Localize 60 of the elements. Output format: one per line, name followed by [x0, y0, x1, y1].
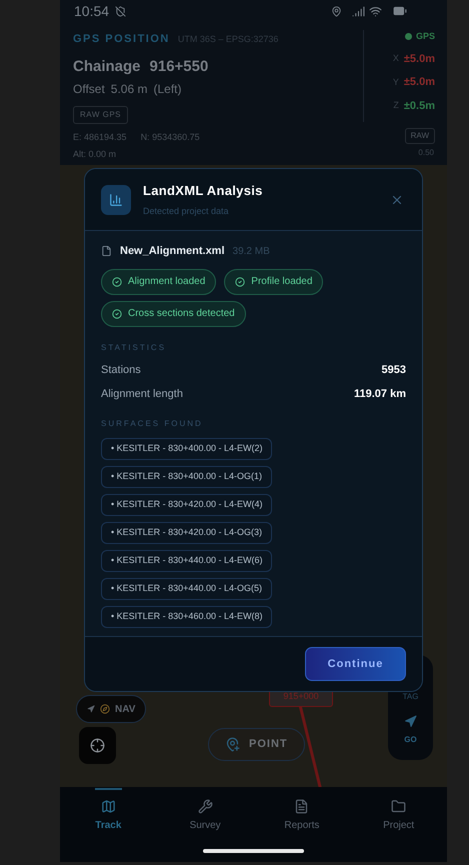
chainage-value: 916+550	[150, 56, 208, 76]
shield-icon	[115, 6, 126, 16]
map-icon	[100, 799, 116, 814]
surface-item: • KESITLER - 830+400.00 - L4-OG(1)	[101, 466, 272, 488]
arrow-icon	[87, 705, 95, 713]
chainage-label: Chainage	[73, 56, 141, 76]
dialog-title: LandXML Analysis	[143, 182, 264, 200]
chart-icon	[101, 184, 131, 214]
status-badge: Profile loaded	[224, 268, 324, 294]
raw-button[interactable]: RAW	[404, 128, 435, 144]
wrench-icon	[198, 799, 213, 814]
dialog-subtitle: Detected project data	[143, 204, 230, 218]
status-time: 10:54	[74, 2, 110, 20]
section-heading: SURFACES FOUND	[101, 418, 204, 430]
tab-item[interactable]: Track	[60, 787, 157, 839]
surface-item: • KESITLER - 830+440.00 - L4-OG(5)	[101, 578, 272, 600]
tab-item[interactable]: Reports	[254, 787, 350, 839]
surface-item: • KESITLER - 830+420.00 - L4-EW(4)	[101, 494, 272, 516]
file-icon	[101, 245, 112, 258]
surface-item: • KESITLER - 830+400.00 - L4-EW(2)	[101, 438, 272, 460]
go-button[interactable]: GO	[404, 715, 417, 746]
locate-icon	[90, 738, 105, 753]
offset-value: 5.06 m	[110, 81, 148, 98]
folder-icon	[391, 799, 406, 814]
offset-side: (Left)	[153, 81, 182, 98]
altitude-value: Alt: 0.00 m	[73, 148, 118, 160]
surface-item: • KESITLER - 830+440.00 - L4-EW(6)	[101, 550, 272, 572]
document-icon	[294, 799, 310, 814]
status-badge: Cross sections detected	[101, 300, 246, 326]
arrow-icon	[404, 715, 417, 728]
locate-button[interactable]	[79, 727, 116, 764]
stat-value: 119.07 km	[354, 387, 406, 402]
accuracy-value: ±5.0m	[404, 75, 435, 90]
stat-label: Stations	[101, 362, 141, 378]
status-badge: Alignment loaded	[101, 268, 216, 294]
pin-add-icon	[225, 737, 240, 752]
section-heading: STATISTICS	[101, 342, 168, 354]
easting-value: E: 486194.35	[73, 131, 127, 144]
continue-button[interactable]: Continue	[305, 647, 406, 681]
stat-label: Alignment length	[101, 387, 183, 402]
surface-item: • KESITLER - 830+420.00 - L4-OG(3)	[101, 522, 272, 544]
gps-status: GPS	[416, 30, 435, 43]
accuracy-value: ±5.0m	[404, 52, 435, 66]
accuracy-value: ±0.5m	[404, 98, 435, 114]
file-name: New_Alignment.xml	[120, 244, 225, 259]
point-button[interactable]: POINT	[208, 728, 305, 761]
tab-item[interactable]: Survey	[156, 787, 254, 839]
tab-item[interactable]: Project	[350, 787, 447, 839]
stat-value: 5953	[382, 362, 406, 378]
offset-label: Offset	[73, 81, 105, 98]
surface-item: • KESITLER - 830+460.00 - L4-EW(8)	[101, 606, 272, 628]
file-size: 39.2 MB	[232, 244, 270, 259]
compass-icon	[100, 704, 110, 714]
raw-gps-button[interactable]: RAW GPS	[73, 106, 128, 124]
nav-button[interactable]: NAV	[76, 695, 146, 723]
panel-title: GPS POSITION	[73, 32, 170, 47]
northing-value: N: 9534360.75	[140, 131, 200, 144]
wifi-icon	[369, 4, 382, 18]
location-icon	[331, 6, 342, 16]
tag-button[interactable]: TAG	[402, 691, 418, 703]
